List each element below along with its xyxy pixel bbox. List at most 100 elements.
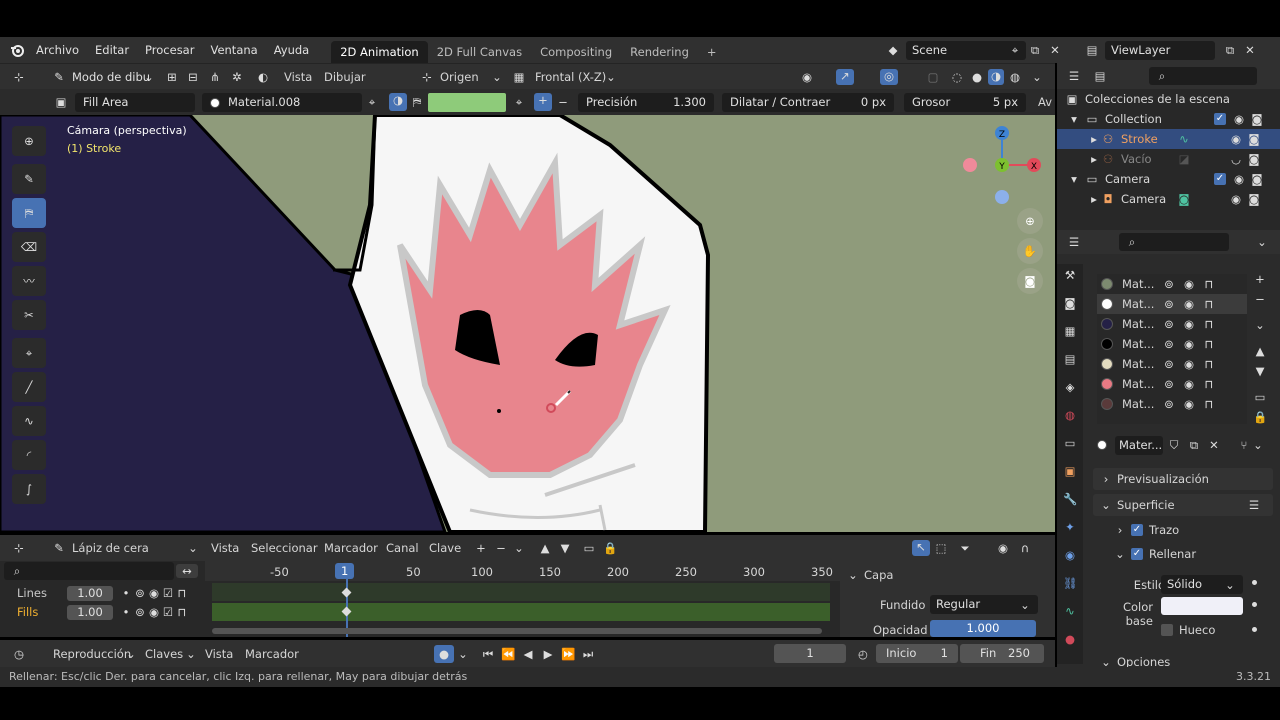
display-mode-icon[interactable]: ▤: [1093, 69, 1107, 83]
material-field[interactable]: Material.008: [202, 93, 362, 112]
draw-tool[interactable]: ✎: [12, 164, 46, 194]
move-down-icon[interactable]: ▼: [1253, 364, 1267, 378]
modifier-tab-icon[interactable]: 🔧: [1063, 492, 1077, 506]
outliner-search[interactable]: ⌕: [1149, 67, 1257, 85]
material-tab-icon[interactable]: ●: [1063, 632, 1077, 646]
box-select-icon[interactable]: ⬚: [934, 541, 948, 555]
world-tab-icon[interactable]: ◍: [1063, 408, 1077, 422]
menu-vista[interactable]: Vista: [211, 541, 239, 555]
render-camera-icon[interactable]: ◙: [1247, 152, 1261, 166]
timeline-editor-icon[interactable]: ◷: [12, 647, 26, 661]
render-camera-icon[interactable]: ◙: [1247, 192, 1261, 206]
lock-icon[interactable]: ⊓: [1202, 277, 1216, 291]
tab-2d-full-canvas[interactable]: 2D Full Canvas: [428, 41, 531, 63]
menu-archivo[interactable]: Archivo: [28, 37, 87, 63]
list-icon[interactable]: ☰: [1247, 498, 1261, 512]
outliner-row-stroke[interactable]: ▸ ⚇ Stroke ∿ ◉ ◙: [1057, 129, 1280, 149]
dilate-field[interactable]: Dilatar / Contraer 0 px: [722, 93, 894, 112]
keyframe-track[interactable]: [212, 603, 830, 621]
onion-icon[interactable]: ⊚: [1162, 337, 1176, 351]
keyframe-dot-icon[interactable]: •: [119, 586, 133, 600]
lock-icon[interactable]: ⊓: [1202, 377, 1216, 391]
keyframe-dot-icon[interactable]: [1252, 627, 1257, 632]
color-base-swatch[interactable]: [1161, 597, 1243, 615]
editor-type-icon[interactable]: ☰: [1067, 69, 1081, 83]
editor-type-icon[interactable]: ⊹: [12, 70, 26, 84]
hidden-eye-icon[interactable]: ◡: [1229, 152, 1243, 166]
collection-checkbox[interactable]: ✓: [1214, 113, 1226, 125]
channel-fills[interactable]: Fills 1.00 • ⊚ ◉ ☑ ⊓: [0, 602, 205, 622]
curve-icon[interactable]: ⋔: [208, 70, 222, 84]
menu-ayuda[interactable]: Ayuda: [266, 37, 318, 63]
blend-dropdown[interactable]: Regular ⌄: [930, 595, 1038, 614]
subtract-icon[interactable]: −: [556, 95, 570, 109]
delete-viewlayer-icon[interactable]: ✕: [1243, 43, 1257, 57]
keyframe-dot-icon[interactable]: [1252, 580, 1257, 585]
menu-procesar[interactable]: Procesar: [137, 37, 202, 63]
scene-icon[interactable]: ◆: [886, 43, 900, 57]
menu-dibujar[interactable]: Dibujar: [324, 70, 366, 84]
eye-icon[interactable]: ◉: [1182, 317, 1196, 331]
delete-scene-icon[interactable]: ✕: [1048, 43, 1062, 57]
data-tab-icon[interactable]: ∿: [1063, 604, 1077, 618]
outliner-row-camera-collection[interactable]: ▾ ▭ Camera ✓ ◉ ◙: [1057, 169, 1280, 189]
trazo-checkbox[interactable]: ✓: [1131, 524, 1143, 536]
keyframe-track[interactable]: [212, 583, 830, 601]
lock-icon[interactable]: ⊓: [175, 586, 189, 600]
channel-lines[interactable]: Lines 1.00 • ⊚ ◉ ☑ ⊓: [0, 583, 205, 603]
fake-user-icon[interactable]: ⛉: [1167, 438, 1181, 452]
lock-icon[interactable]: 🔒: [603, 541, 617, 555]
thickness-field[interactable]: Grosor 5 px: [904, 93, 1026, 112]
tool-tab-icon[interactable]: ⚒: [1063, 268, 1077, 282]
channel-search[interactable]: ⌕: [4, 562, 174, 580]
fill-tool[interactable]: ⛿: [12, 198, 46, 228]
line-tool[interactable]: ╱: [12, 372, 46, 402]
fill-color-swatch[interactable]: [428, 93, 506, 112]
hueco-row[interactable]: Hueco: [1161, 622, 1215, 638]
opacity-slider[interactable]: 1.000: [930, 620, 1036, 637]
tint-tool[interactable]: 〰: [12, 266, 46, 296]
wireframe-shading-icon[interactable]: ◌: [950, 70, 964, 84]
expand-arrow-icon[interactable]: ▾: [1067, 172, 1081, 186]
menu-marcador[interactable]: Marcador: [324, 541, 378, 555]
viewlayer-tab-icon[interactable]: ▤: [1063, 352, 1077, 366]
add-workspace-button[interactable]: +: [698, 41, 726, 63]
subtract-icon[interactable]: −: [494, 541, 508, 555]
eye-icon[interactable]: ◉: [1182, 397, 1196, 411]
pan-hand-icon[interactable]: ✋: [1017, 238, 1043, 264]
viewlayer-icon[interactable]: ▤: [1085, 43, 1099, 57]
visibility-icon[interactable]: ◉: [800, 70, 814, 84]
lock-icon[interactable]: ⊓: [1202, 317, 1216, 331]
marker-menu[interactable]: Marcador: [245, 647, 299, 661]
play-reverse-icon[interactable]: ◀: [521, 647, 535, 661]
expand-arrow-icon[interactable]: ▸: [1087, 192, 1101, 206]
eye-icon[interactable]: ◉: [1182, 277, 1196, 291]
pin-icon[interactable]: ⌖: [365, 95, 379, 109]
chevron-down-icon[interactable]: ⌄: [1030, 70, 1044, 84]
xray-icon[interactable]: ▢: [926, 70, 940, 84]
falloff-icon[interactable]: ∩: [1018, 541, 1032, 555]
proportional-icon[interactable]: ◉: [996, 541, 1010, 555]
cursor-tool[interactable]: ⊕: [12, 126, 46, 156]
viewport-canvas[interactable]: Cámara (perspectiva) (1) Stroke Z Y X ⊕ …: [0, 115, 1055, 532]
chevron-down-icon[interactable]: ⌄: [456, 647, 470, 661]
move-up-icon[interactable]: ▲: [538, 541, 552, 555]
display-icon[interactable]: ▭: [1253, 390, 1267, 404]
constraints-tab-icon[interactable]: ⛓: [1063, 576, 1078, 590]
material-slot[interactable]: Mat... ⊚ ◉ ⊓: [1097, 374, 1247, 394]
menu-canal[interactable]: Canal: [386, 541, 419, 555]
menu-seleccionar[interactable]: Seleccionar: [251, 541, 318, 555]
viewlayer-field[interactable]: ViewLayer: [1105, 40, 1215, 60]
pin-icon[interactable]: ⌖: [1008, 43, 1022, 57]
move-down-icon[interactable]: ▼: [558, 541, 572, 555]
tab-compositing[interactable]: Compositing: [531, 41, 621, 63]
frame-ruler[interactable]: -50 1 50 100 150 200 250 300 350: [205, 561, 840, 581]
horizontal-scrollbar[interactable]: [212, 628, 822, 634]
eye-icon[interactable]: ◉: [1232, 172, 1246, 186]
surface-section[interactable]: ⌄ Superficie ☰: [1093, 494, 1273, 516]
brush-field[interactable]: Fill Area: [75, 93, 195, 112]
play-icon[interactable]: ▶: [541, 647, 555, 661]
render-camera-icon[interactable]: ◙: [1250, 172, 1264, 186]
chevron-down-icon[interactable]: ⌄: [1255, 235, 1269, 249]
unlink-icon[interactable]: ✕: [1207, 438, 1221, 452]
